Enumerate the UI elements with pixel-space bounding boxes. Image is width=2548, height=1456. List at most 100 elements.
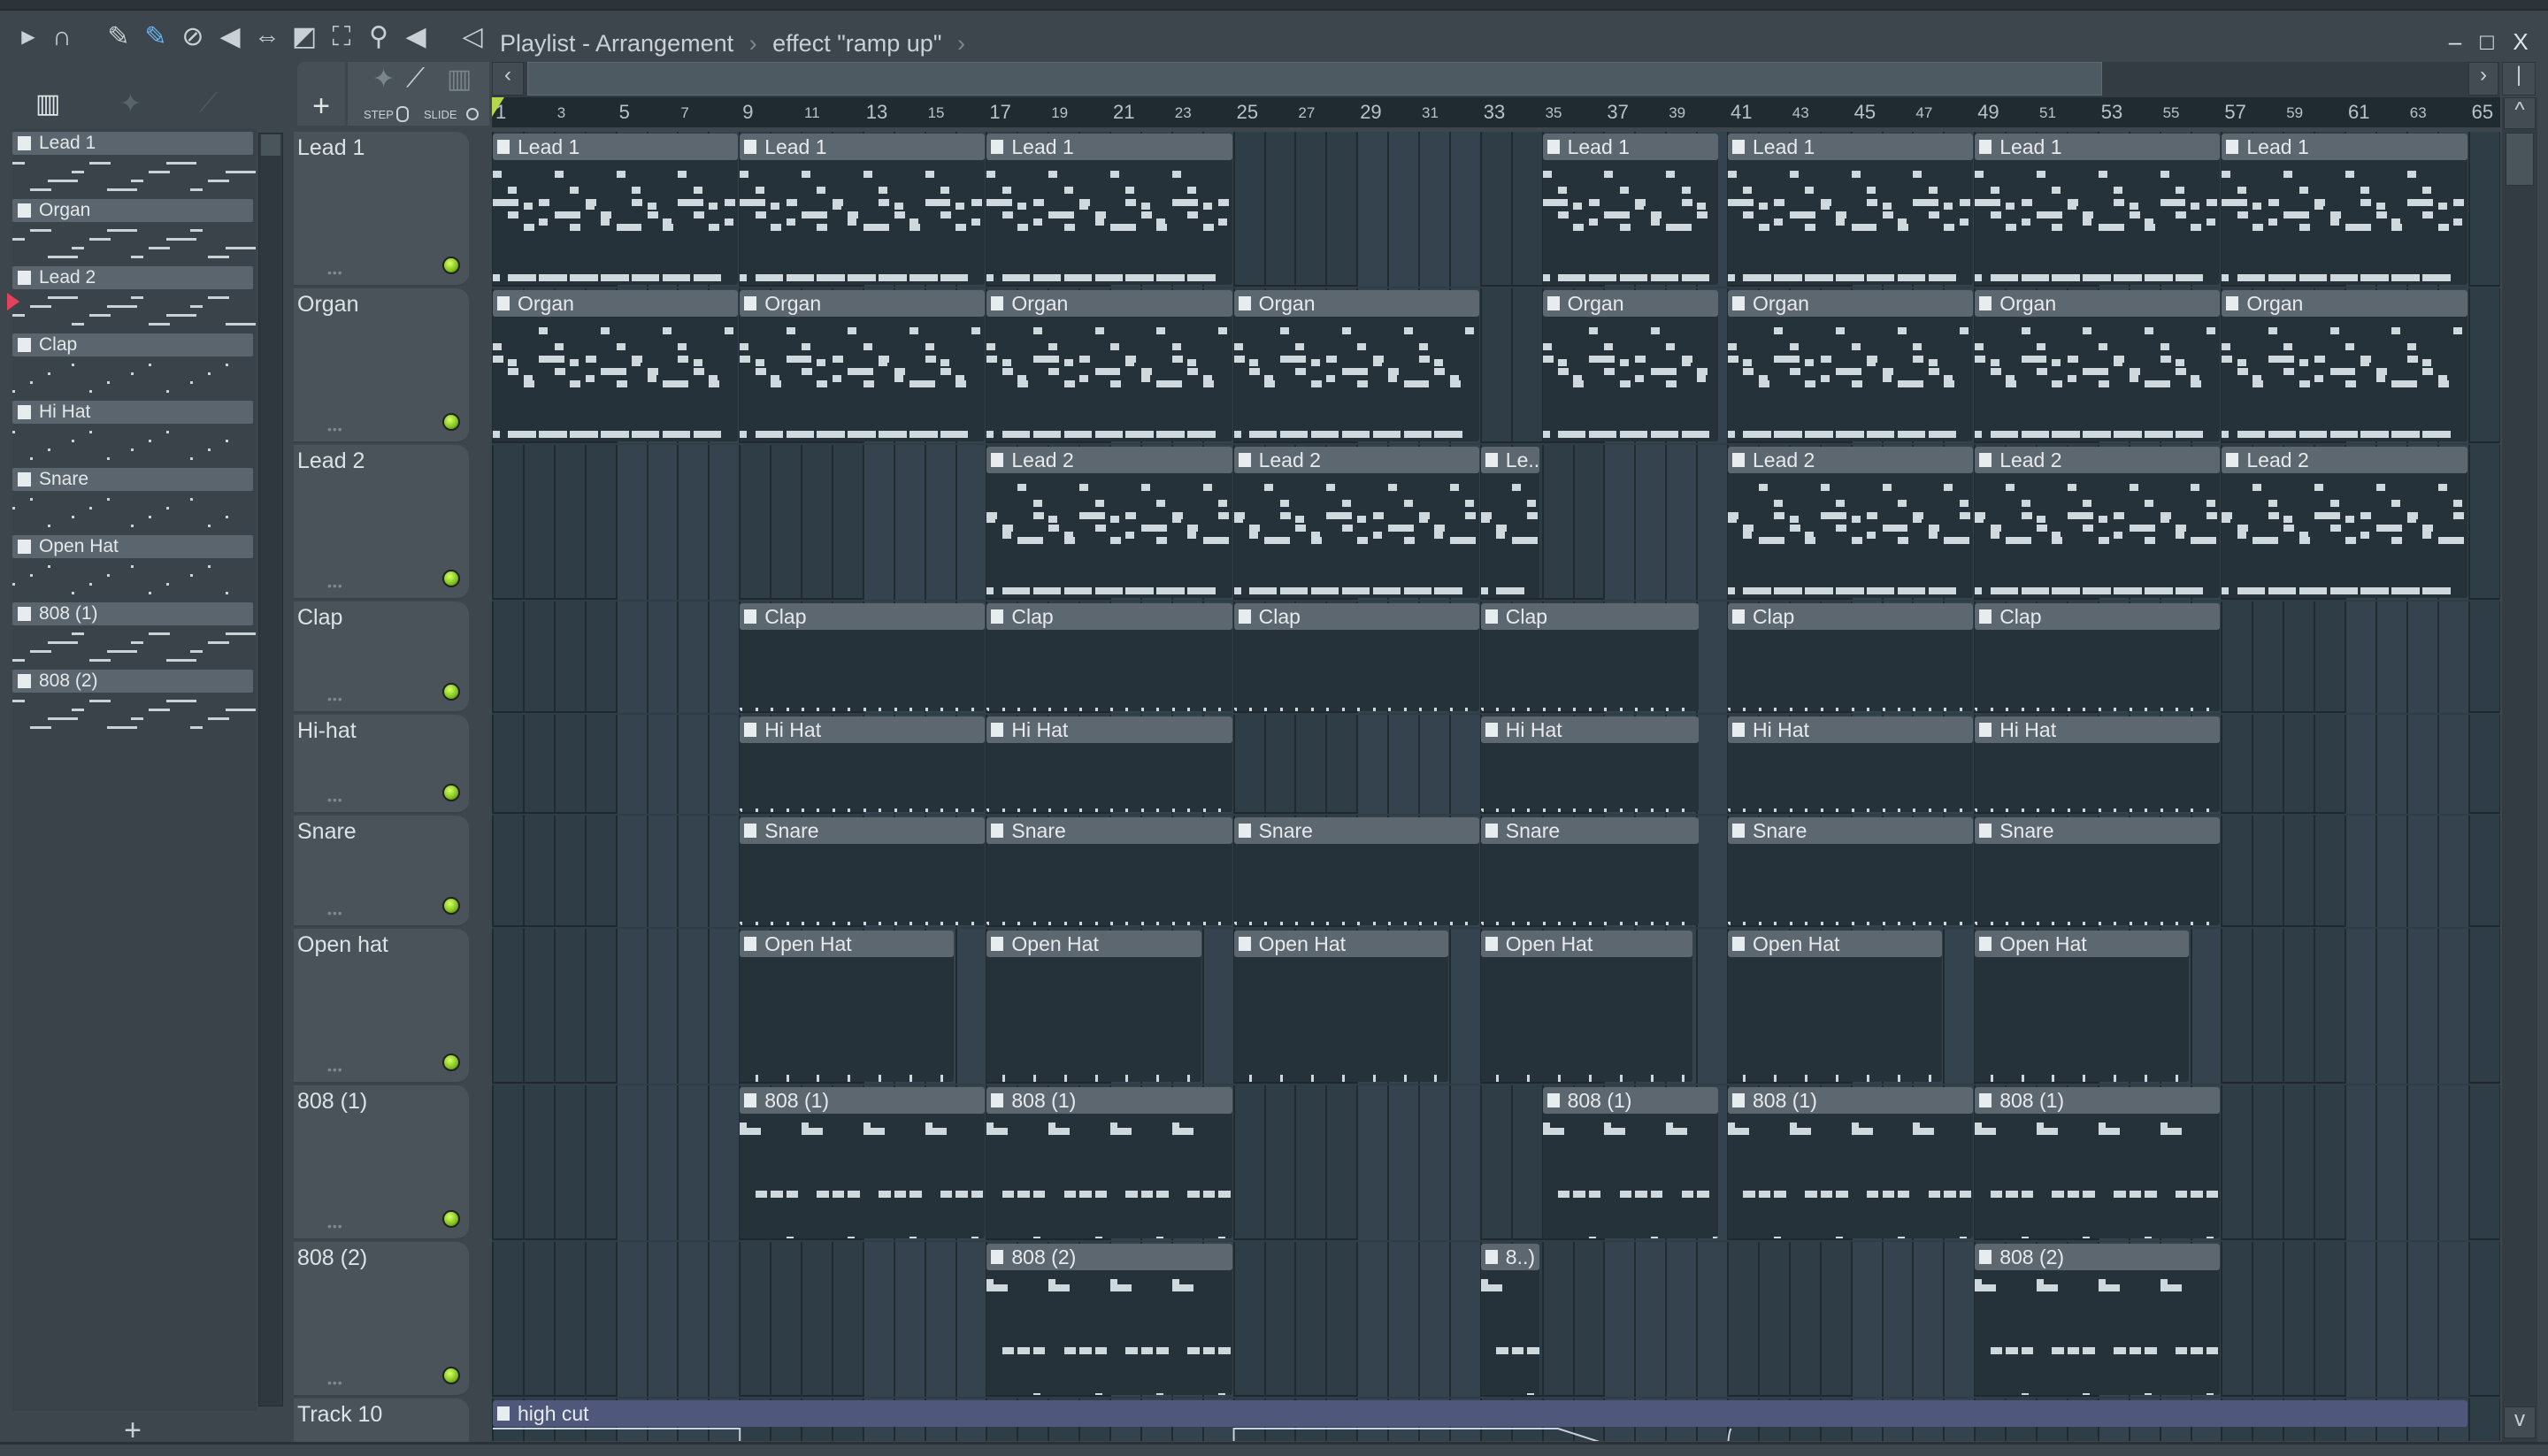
pattern-clip[interactable]: 808 (1) xyxy=(1728,1087,1974,1238)
clip-header[interactable]: Clap xyxy=(986,603,1232,630)
track-header[interactable]: Hi-hat ••• xyxy=(294,715,469,814)
pattern-clip[interactable]: Open Hat xyxy=(1975,931,2190,1082)
automation-curve[interactable] xyxy=(493,1427,2467,1441)
pattern-clip[interactable]: Open Hat xyxy=(986,931,1201,1082)
clip-header[interactable]: Snare xyxy=(986,817,1232,844)
pattern-clip[interactable]: Snare xyxy=(1480,817,1699,925)
clip-header[interactable]: Clap xyxy=(1975,603,2221,630)
vertical-scrollbar-thumb[interactable] xyxy=(2506,133,2534,186)
pattern-clip[interactable]: Hi Hat xyxy=(1480,717,1699,812)
magnet-snap-icon[interactable]: ∩ xyxy=(46,21,78,53)
track-header[interactable]: Lead 1 ••• xyxy=(294,132,469,287)
track-mute-led[interactable] xyxy=(442,1054,460,1071)
track-header[interactable]: Snare ••• xyxy=(294,816,469,927)
pattern-clip[interactable]: Snare xyxy=(740,817,986,925)
track-header[interactable]: Clap ••• xyxy=(294,602,469,713)
clip-header[interactable]: 808 (1) xyxy=(986,1087,1232,1114)
pattern-item[interactable]: 808 (2) xyxy=(12,670,256,737)
pattern-clip[interactable]: Lead 2 xyxy=(2222,447,2467,598)
pattern-header[interactable]: Organ xyxy=(12,199,253,222)
pattern-clip[interactable]: Organ xyxy=(1975,290,2221,441)
track-header[interactable]: Organ ••• xyxy=(294,288,469,443)
pattern-clip[interactable]: Lead 2 xyxy=(1975,447,2221,598)
slip-icon[interactable]: ⇔ xyxy=(251,21,283,53)
clip-header[interactable]: Snare xyxy=(1233,817,1479,844)
pattern-header[interactable]: Snare xyxy=(12,468,253,491)
track-grip-icon[interactable]: ••• xyxy=(327,265,343,280)
pattern-clip[interactable]: Lead 1 xyxy=(740,134,986,285)
clip-header[interactable]: 808 (2) xyxy=(1975,1244,2221,1270)
zoom-handle-button[interactable]: | xyxy=(2502,62,2536,96)
pattern-header[interactable]: 808 (1) xyxy=(12,602,253,625)
clip-header[interactable]: Lead 2 xyxy=(1728,447,1974,473)
track-grip-icon[interactable]: ••• xyxy=(327,422,343,436)
track-mute-led[interactable] xyxy=(442,257,460,274)
pattern-clip[interactable]: 808 (1) xyxy=(740,1087,986,1238)
picker-scrollbar[interactable] xyxy=(258,133,283,1406)
pattern-clip[interactable]: Lead 1 xyxy=(1975,134,2221,285)
pattern-clip[interactable]: Hi Hat xyxy=(1728,717,1974,812)
pattern-item[interactable]: Clap xyxy=(12,333,253,401)
pattern-clip[interactable]: 808 (2) xyxy=(1975,1244,2221,1395)
clip-header[interactable]: Snare xyxy=(1480,817,1699,844)
pattern-clip[interactable]: Open Hat xyxy=(1233,931,1448,1082)
pattern-clip[interactable]: Organ xyxy=(986,290,1232,441)
clip-header[interactable]: 808 (1) xyxy=(1542,1087,1719,1114)
pattern-clip[interactable]: Snare xyxy=(986,817,1232,925)
clip-header[interactable]: Organ xyxy=(1975,290,2221,317)
track-mute-led[interactable] xyxy=(442,413,460,431)
track-header[interactable]: Lead 2 ••• xyxy=(294,445,469,600)
clip-header[interactable]: 808 (2) xyxy=(986,1244,1232,1270)
clip-header[interactable]: Hi Hat xyxy=(1480,717,1699,743)
pattern-header[interactable]: Clap xyxy=(12,333,253,356)
pattern-item[interactable]: Organ xyxy=(12,199,256,266)
clip-header[interactable]: Lead 1 xyxy=(1975,134,2221,160)
piano-roll-icon[interactable]: ▥ xyxy=(35,88,60,119)
clip-header[interactable]: Clap xyxy=(1480,603,1699,630)
pattern-clip[interactable]: Clap xyxy=(986,603,1232,711)
step-toggle[interactable] xyxy=(396,106,409,122)
clip-header[interactable]: Lead 2 xyxy=(1975,447,2221,473)
track-mute-led[interactable] xyxy=(442,683,460,701)
pattern-clip[interactable]: Open Hat xyxy=(740,931,955,1082)
track-grip-icon[interactable]: ••• xyxy=(327,1219,343,1233)
pattern-item[interactable]: Lead 2 xyxy=(7,266,256,333)
pattern-clip[interactable]: high cut xyxy=(493,1400,2467,1441)
pattern-header[interactable]: Open Hat xyxy=(12,535,253,558)
clip-header[interactable]: Open Hat xyxy=(986,931,1201,957)
clip-header[interactable]: Open Hat xyxy=(1480,931,1692,957)
pattern-clip[interactable]: Lead 2 xyxy=(1233,447,1479,598)
delete-icon[interactable]: ⊘ xyxy=(177,21,209,53)
playhead-marker[interactable] xyxy=(492,97,504,117)
pencil-icon[interactable]: ✎ xyxy=(103,21,134,53)
clip-header[interactable]: Organ xyxy=(493,290,739,317)
pattern-clip[interactable]: Organ xyxy=(740,290,986,441)
clip-header[interactable]: Lead 1 xyxy=(740,134,986,160)
pattern-item[interactable]: Hi Hat xyxy=(12,401,253,468)
clip-header[interactable]: Organ xyxy=(740,290,986,317)
clip-header[interactable]: Organ xyxy=(1542,290,1719,317)
close-button[interactable]: X xyxy=(2507,28,2534,55)
zoom-icon[interactable]: ⚲ xyxy=(363,21,395,53)
track-mute-led[interactable] xyxy=(442,784,460,801)
vertical-scrollbar[interactable]: ^ v xyxy=(2502,97,2537,1442)
pattern-clip[interactable]: 808 (1) xyxy=(986,1087,1232,1238)
pattern-clip[interactable]: Snare xyxy=(1728,817,1974,925)
audio-wave-icon[interactable]: ✦ xyxy=(119,88,142,119)
pattern-clip[interactable]: 808 (1) xyxy=(1975,1087,2221,1238)
slide-toggle[interactable] xyxy=(466,108,479,120)
pattern-item[interactable]: Lead 1 xyxy=(12,132,256,199)
clip-header[interactable]: high cut xyxy=(493,1400,2467,1427)
pattern-item[interactable]: 808 (1) xyxy=(12,602,256,670)
pattern-clip[interactable]: Hi Hat xyxy=(1975,717,2221,812)
clip-header[interactable]: Lead 1 xyxy=(2222,134,2467,160)
automation-icon[interactable]: ⟋ xyxy=(406,64,425,94)
track-grip-icon[interactable]: ••• xyxy=(327,906,343,920)
track-grip-icon[interactable]: ••• xyxy=(327,1062,343,1077)
pattern-header[interactable]: Lead 1 xyxy=(12,132,253,155)
pattern-clip[interactable]: Hi Hat xyxy=(740,717,986,812)
pattern-item[interactable]: Open Hat xyxy=(12,535,253,602)
track-grip-icon[interactable]: ••• xyxy=(327,692,343,706)
pattern-clip[interactable]: Organ xyxy=(1728,290,1974,441)
pattern-clip[interactable]: Clap xyxy=(740,603,986,711)
